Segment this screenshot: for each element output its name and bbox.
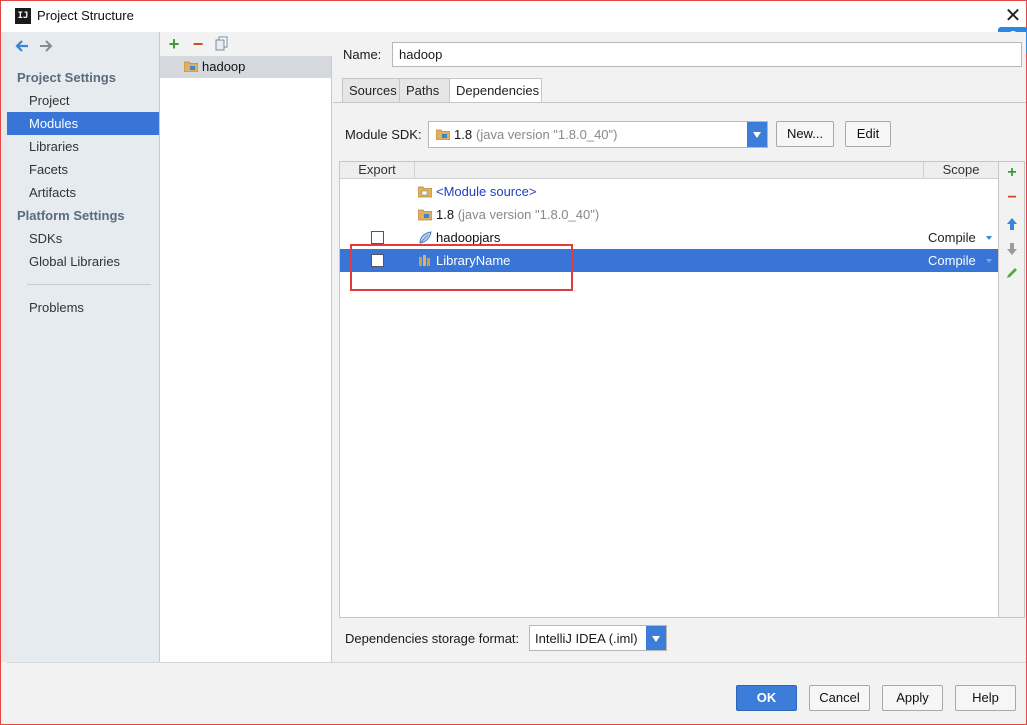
sidebar-item-facets[interactable]: Facets — [7, 158, 159, 181]
tab-paths[interactable]: Paths — [399, 78, 450, 103]
col-export[interactable]: Export — [340, 162, 415, 179]
sdk-folder-icon — [436, 129, 450, 140]
module-item-hadoop[interactable]: hadoop — [160, 56, 331, 78]
tab-sources[interactable]: Sources — [342, 78, 400, 103]
copy-icon[interactable] — [214, 36, 230, 52]
intellij-app-icon: IJ — [15, 8, 31, 24]
platform-settings-header: Platform Settings — [17, 208, 125, 223]
window-title: Project Structure — [37, 8, 134, 23]
add-dependency-icon[interactable]: + — [1005, 165, 1019, 181]
remove-dependency-icon[interactable]: − — [1005, 190, 1019, 206]
sidebar-item-problems[interactable]: Problems — [7, 296, 159, 319]
sidebar-item-libraries[interactable]: Libraries — [7, 135, 159, 158]
table-header: Export Scope — [340, 162, 998, 179]
help-button[interactable]: Help — [955, 685, 1016, 711]
library-leaf-icon — [419, 231, 432, 244]
dependency-name: hadoopjars — [436, 230, 501, 245]
dependency-name: <Module source> — [436, 184, 537, 199]
module-detail-panel: Name: hadoop Sources Paths Dependencies … — [333, 32, 1026, 662]
dependencies-tab-content: Module SDK: 1.8 (java version "1.8.0_40"… — [333, 102, 1026, 662]
module-folder-icon — [184, 61, 198, 72]
module-list-toolbar: + − — [160, 32, 332, 56]
title-bar: IJ Project Structure ✕ — [1, 1, 1026, 32]
project-settings-header: Project Settings — [17, 70, 116, 85]
move-down-icon[interactable] — [1005, 242, 1019, 256]
new-sdk-button[interactable]: New... — [776, 121, 834, 147]
sidebar-item-global-libraries[interactable]: Global Libraries — [7, 250, 159, 273]
scope-chevron-icon[interactable] — [986, 259, 992, 263]
sdk-row-detail: (java version "1.8.0_40") — [457, 207, 600, 222]
chevron-down-icon[interactable] — [646, 626, 666, 650]
col-scope[interactable]: Scope — [924, 162, 998, 179]
sidebar-item-modules[interactable]: Modules — [7, 112, 159, 135]
sidebar-item-sdks[interactable]: SDKs — [7, 227, 159, 250]
tab-dependencies[interactable]: Dependencies — [449, 78, 542, 103]
dependency-tools: + − — [999, 161, 1025, 618]
export-checkbox[interactable] — [371, 231, 384, 244]
module-list-panel: + − hadoop — [160, 32, 332, 662]
ok-button[interactable]: OK — [736, 685, 797, 711]
back-arrow-icon[interactable] — [14, 38, 30, 54]
close-icon[interactable]: ✕ — [1001, 3, 1025, 29]
module-name-input[interactable]: hadoop — [392, 42, 1022, 67]
project-structure-dialog: IJ Project Structure ✕ Project Settings … — [0, 0, 1027, 725]
name-label: Name: — [343, 47, 382, 62]
storage-format-value: IntelliJ IDEA (.iml) — [535, 631, 638, 646]
storage-format-label: Dependencies storage format: — [345, 631, 520, 646]
sidebar-item-project[interactable]: Project — [7, 89, 159, 112]
table-row[interactable]: 1.8 (java version "1.8.0_40") — [340, 203, 998, 226]
sdk-version: 1.8 — [454, 127, 473, 142]
add-icon[interactable]: + — [166, 35, 182, 53]
remove-icon[interactable]: − — [190, 35, 206, 53]
dialog-footer: OK Cancel Apply Help — [7, 662, 1026, 724]
dependencies-table: Export Scope <Module source> 1.8 (java v… — [339, 161, 999, 618]
cancel-button[interactable]: Cancel — [809, 685, 870, 711]
edit-sdk-button[interactable]: Edit — [845, 121, 891, 147]
forward-arrow-icon[interactable] — [38, 38, 54, 54]
apply-button[interactable]: Apply — [882, 685, 943, 711]
module-source-icon — [418, 186, 432, 198]
sdk-detail: (java version "1.8.0_40") — [476, 127, 618, 142]
table-row[interactable]: <Module source> — [340, 180, 998, 203]
sdk-row-version: 1.8 — [436, 207, 455, 222]
scope-chevron-icon[interactable] — [986, 236, 992, 240]
module-sdk-label: Module SDK: — [345, 127, 422, 142]
chevron-down-icon[interactable] — [747, 122, 767, 147]
dependency-scope[interactable]: Compile — [928, 253, 976, 268]
storage-format-select[interactable]: IntelliJ IDEA (.iml) — [529, 625, 667, 651]
dependency-name: 1.8 (java version "1.8.0_40") — [436, 207, 599, 222]
sidebar-item-artifacts[interactable]: Artifacts — [7, 181, 159, 204]
move-up-icon[interactable] — [1005, 217, 1019, 231]
edit-pencil-icon[interactable] — [1005, 266, 1019, 280]
col-name[interactable] — [415, 162, 924, 179]
dependency-scope[interactable]: Compile — [928, 230, 976, 245]
sidebar-divider — [27, 284, 151, 285]
annotation-highlight — [350, 244, 573, 291]
module-sdk-select[interactable]: 1.8 (java version "1.8.0_40") — [428, 121, 768, 148]
module-name-label: hadoop — [202, 59, 246, 74]
settings-sidebar: Project Settings Project Modules Librari… — [7, 32, 160, 662]
sdk-folder-icon — [418, 209, 432, 221]
